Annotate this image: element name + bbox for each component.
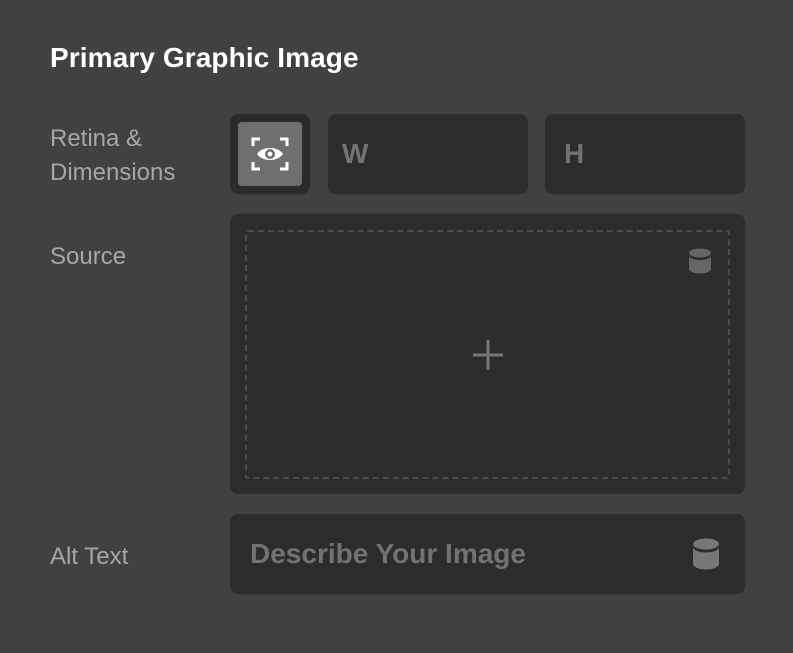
retina-toggle-button[interactable] [230, 114, 310, 194]
height-input[interactable] [545, 114, 745, 194]
image-settings-panel: Primary Graphic Image Retina & Dimension… [0, 0, 793, 653]
alt-text-field [230, 514, 745, 594]
eye-scan-icon [251, 137, 289, 171]
retina-dimensions-label: Retina & Dimensions [50, 122, 175, 190]
alt-text-label: Alt Text [50, 543, 129, 570]
database-icon[interactable] [688, 248, 712, 274]
image-dropzone[interactable] [245, 230, 730, 479]
source-container [230, 214, 745, 494]
width-input[interactable] [328, 114, 528, 194]
alt-text-input[interactable] [230, 514, 670, 594]
retina-label-line2: Dimensions [50, 159, 176, 186]
plus-icon[interactable] [472, 339, 504, 371]
source-label: Source [50, 243, 127, 270]
retina-toggle-active [238, 122, 302, 186]
database-icon[interactable] [692, 538, 720, 570]
panel-title: Primary Graphic Image [50, 42, 359, 73]
retina-label-line1: Retina & [50, 125, 143, 152]
